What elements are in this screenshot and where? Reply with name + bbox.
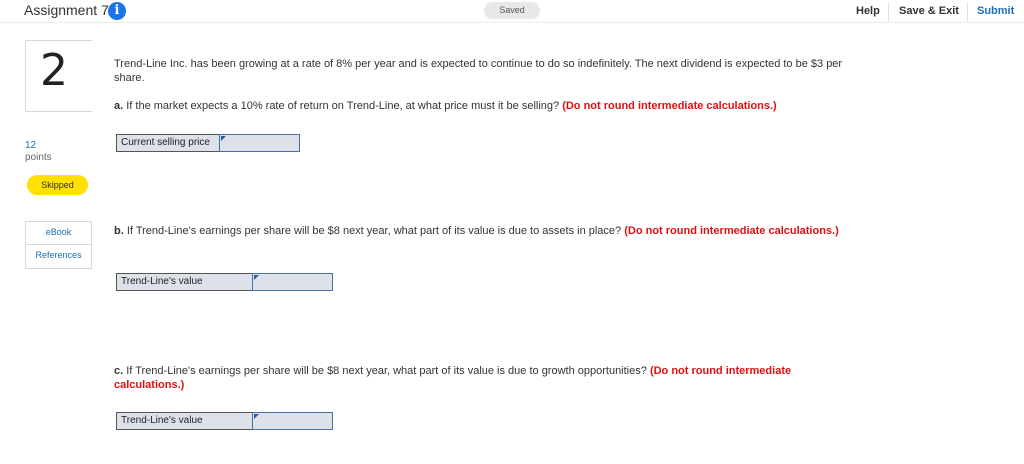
- points-value: 12: [25, 140, 37, 151]
- saved-status-badge: Saved: [484, 2, 540, 19]
- part-b-text: If Trend-Line's earnings per share will …: [126, 225, 622, 237]
- points-label: points: [25, 152, 52, 163]
- part-c-prompt: c. If Trend-Line's earnings per share wi…: [114, 364, 834, 392]
- skipped-status-badge: Skipped: [27, 175, 88, 195]
- part-c-prefix: c.: [114, 365, 124, 377]
- input-marker-icon: [254, 275, 259, 280]
- assignment-title: Assignment 7: [24, 2, 109, 18]
- part-c-answer-label: Trend-Line's value: [116, 412, 252, 430]
- resources-box: eBook References: [25, 221, 92, 269]
- part-b-answer-label: Trend-Line's value: [116, 273, 252, 291]
- top-bar: Assignment 7 i Saved Help Save & Exit Su…: [0, 0, 1024, 23]
- divider: [967, 3, 968, 21]
- part-c-text: If Trend-Line's earnings per share will …: [126, 365, 647, 377]
- references-link[interactable]: References: [26, 250, 91, 260]
- part-c-answer-row: Trend-Line's value: [116, 412, 333, 430]
- part-b-answer-row: Trend-Line's value: [116, 273, 333, 291]
- part-a-answer-label: Current selling price: [116, 134, 219, 152]
- submit-link[interactable]: Submit: [977, 5, 1014, 17]
- assets-in-place-value-input[interactable]: [252, 273, 333, 291]
- divider: [26, 244, 91, 245]
- ebook-link[interactable]: eBook: [26, 227, 91, 237]
- part-b-prefix: b.: [114, 225, 124, 237]
- question-number: 2: [40, 45, 68, 96]
- part-a-note: (Do not round intermediate calculations.…: [562, 100, 777, 112]
- growth-opportunities-value-input[interactable]: [252, 412, 333, 430]
- divider: [888, 3, 889, 21]
- part-b-note: (Do not round intermediate calculations.…: [624, 225, 839, 237]
- question-intro: Trend-Line Inc. has been growing at a ra…: [114, 58, 843, 84]
- help-link[interactable]: Help: [856, 5, 880, 17]
- current-selling-price-input[interactable]: [219, 134, 300, 152]
- part-a-answer-row: Current selling price: [116, 134, 300, 152]
- part-a-text: If the market expects a 10% rate of retu…: [126, 100, 560, 112]
- part-a-prompt: a. If the market expects a 10% rate of r…: [114, 99, 894, 113]
- part-b-prompt: b. If Trend-Line's earnings per share wi…: [114, 224, 874, 238]
- save-exit-link[interactable]: Save & Exit: [899, 5, 959, 17]
- input-marker-icon: [254, 414, 259, 419]
- part-a-prefix: a.: [114, 100, 124, 112]
- info-icon[interactable]: i: [108, 2, 126, 20]
- input-marker-icon: [221, 136, 226, 141]
